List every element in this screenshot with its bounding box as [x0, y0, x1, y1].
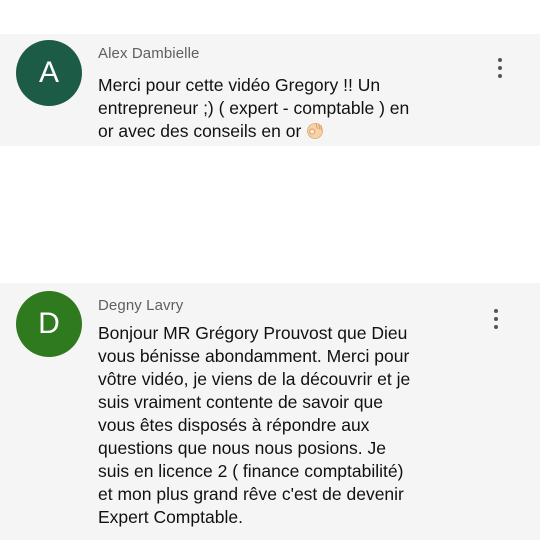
comment-text: Bonjour MR Grégory Prouvost que Dieu vou…: [98, 323, 411, 527]
comments-page: A Alex Dambielle Merci pour cette vidéo …: [0, 0, 540, 540]
comment-author[interactable]: Alex Dambielle: [98, 45, 199, 62]
comment-item: A Alex Dambielle Merci pour cette vidéo …: [0, 34, 540, 146]
ok-hand-icon: [305, 120, 325, 146]
comment-body: Merci pour cette vidéo Gregory !! Un ent…: [98, 75, 410, 141]
more-vert-icon[interactable]: [486, 305, 506, 335]
avatar[interactable]: D: [16, 291, 82, 357]
comment-author[interactable]: Degny Lavry: [98, 297, 183, 314]
more-vert-icon[interactable]: [490, 54, 510, 84]
avatar[interactable]: A: [16, 40, 82, 106]
comment-text: Merci pour cette vidéo Gregory !! Un ent…: [98, 74, 458, 146]
comment-item: D Degny Lavry Bonjour MR Grégory Prouvos…: [0, 283, 540, 540]
